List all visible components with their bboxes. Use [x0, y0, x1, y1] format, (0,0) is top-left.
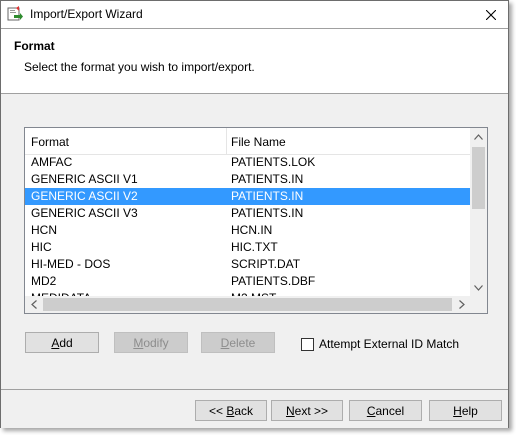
cancel-accelerator: C [366, 403, 376, 418]
format-cell: GENERIC ASCII V3 [31, 206, 138, 220]
list-item[interactable]: GENERIC ASCII V2 PATIENTS.IN [25, 188, 470, 205]
next-label: ext >> [294, 403, 329, 418]
column-header-file-name[interactable]: File Name [231, 135, 286, 149]
list-item[interactable]: GENERIC ASCII V3 PATIENTS.IN [25, 205, 470, 222]
add-label: dd [59, 335, 73, 350]
format-cell: HIC [31, 240, 52, 254]
wizard-footer: << Back Next >> Cancel Help [1, 389, 508, 428]
format-cell: GENERIC ASCII V2 [31, 189, 138, 203]
file-name-cell: PATIENTS.IN [231, 189, 304, 203]
back-label: ack [234, 403, 254, 418]
format-cell: MD2 [31, 274, 57, 288]
cancel-label: ancel [375, 403, 405, 418]
modify-label: odify [143, 335, 169, 350]
list-item[interactable]: HI-MED - DOS SCRIPT.DAT [25, 256, 470, 273]
format-list[interactable]: Format File Name AMFAC PATIENTS.LOK GENERI… [24, 127, 488, 314]
arrow-up-icon [474, 133, 483, 140]
title-bar: Import/Export Wizard [1, 1, 508, 28]
modify-button[interactable]: Modify [114, 332, 188, 353]
next-accelerator: N [285, 403, 295, 418]
help-label: elp [461, 403, 478, 418]
step-subtitle: Select the format you wish to import/exp… [24, 60, 255, 74]
list-rows: AMFAC PATIENTS.LOK GENERIC ASCII V1 PATIENT… [25, 154, 470, 307]
vertical-scrollbar[interactable] [470, 128, 487, 296]
list-item[interactable]: GENERIC ASCII V1 PATIENTS.IN [25, 171, 470, 188]
list-column-header: Format File Name [25, 128, 470, 155]
add-button[interactable]: Add [25, 332, 99, 353]
external-id-match-checkbox[interactable] [301, 337, 314, 351]
external-id-match-label: Attempt External ID Match [319, 337, 460, 351]
step-title: Format [14, 39, 55, 53]
file-name-cell: SCRIPT.DAT [231, 257, 301, 271]
next-button[interactable]: Next >> [271, 400, 343, 421]
list-item[interactable]: HCN HCN.IN [25, 222, 470, 239]
external-id-match-option[interactable]: Attempt External ID Match [301, 337, 459, 351]
arrow-down-icon [474, 284, 483, 291]
arrow-left-icon [30, 300, 37, 309]
help-button[interactable]: Help [429, 400, 502, 421]
format-cell: HI-MED - DOS [31, 257, 111, 271]
format-cell: AMFAC [31, 155, 73, 169]
scroll-left-button[interactable] [25, 296, 42, 313]
window-title: Import/Export Wizard [30, 7, 143, 21]
vertical-scroll-thumb[interactable] [472, 147, 485, 209]
file-name-cell: PATIENTS.IN [231, 206, 304, 220]
help-accelerator: H [453, 403, 462, 418]
list-item[interactable]: AMFAC PATIENTS.LOK [25, 154, 470, 171]
delete-label: elete [229, 335, 256, 350]
delete-button[interactable]: Delete [201, 332, 275, 353]
back-button[interactable]: << Back [195, 400, 267, 421]
modify-accelerator: M [133, 335, 144, 350]
file-name-cell: PATIENTS.DBF [231, 274, 316, 288]
scroll-down-button[interactable] [470, 279, 487, 296]
wizard-header: Format Select the format you wish to imp… [1, 28, 508, 94]
add-accelerator: A [51, 335, 60, 350]
scroll-up-button[interactable] [470, 128, 487, 145]
file-name-cell: HIC.TXT [231, 240, 278, 254]
file-name-cell: HCN.IN [231, 223, 273, 237]
horizontal-scrollbar[interactable] [25, 296, 470, 313]
back-prefix: << [208, 403, 227, 418]
column-header-format[interactable]: Format [31, 135, 69, 149]
delete-accelerator: D [220, 335, 230, 350]
back-accelerator: B [226, 403, 235, 418]
close-icon [486, 9, 496, 20]
list-item[interactable]: MD2 PATIENTS.DBF [25, 273, 470, 290]
close-button[interactable] [474, 1, 508, 28]
column-divider[interactable] [226, 128, 227, 154]
wizard-app-icon [7, 6, 23, 21]
format-cell: GENERIC ASCII V1 [31, 172, 138, 186]
file-name-cell: PATIENTS.LOK [231, 155, 316, 169]
arrow-right-icon [458, 300, 465, 309]
wizard-window: Import/Export Wizard Format Select the f… [0, 0, 509, 428]
cancel-button[interactable]: Cancel [349, 400, 422, 421]
horizontal-scroll-thumb[interactable] [43, 298, 452, 311]
format-cell: HCN [31, 223, 57, 237]
list-item[interactable]: HIC HIC.TXT [25, 239, 470, 256]
scrollbar-corner [470, 296, 487, 313]
scroll-right-button[interactable] [453, 296, 470, 313]
file-name-cell: PATIENTS.IN [231, 172, 304, 186]
